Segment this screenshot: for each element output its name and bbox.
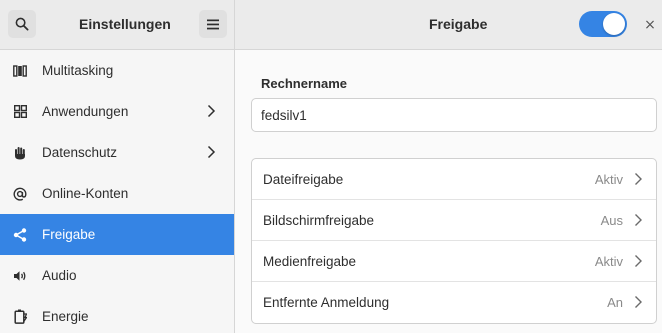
close-icon: × xyxy=(644,17,656,33)
header-bar: Einstellungen Freigabe × xyxy=(0,0,662,50)
sidebar-item-freigabe[interactable]: Freigabe xyxy=(0,214,234,255)
panel-title: Freigabe xyxy=(429,16,488,32)
app-title: Einstellungen xyxy=(79,16,171,32)
chevron-right-icon xyxy=(635,255,642,267)
sidebar-item-label: Anwendungen xyxy=(42,104,129,119)
sharing-panel: Rechnername fedsilv1 Dateifreigabe Aktiv… xyxy=(236,50,662,333)
row-medienfreigabe[interactable]: Medienfreigabe Aktiv xyxy=(252,241,656,282)
row-bildschirmfreigabe[interactable]: Bildschirmfreigabe Aus xyxy=(252,200,656,241)
chevron-right-icon xyxy=(207,104,216,118)
row-label: Dateifreigabe xyxy=(263,171,344,187)
panel-header: Freigabe × xyxy=(235,0,662,50)
sidebar-item-energie[interactable]: Energie xyxy=(0,296,234,333)
sidebar-item-label: Audio xyxy=(42,268,77,283)
sidebar-item-datenschutz[interactable]: Datenschutz xyxy=(0,132,234,173)
sidebar: Multitasking Anwendungen Datenschutz Onl… xyxy=(0,50,235,333)
share-icon xyxy=(12,227,28,243)
sidebar-item-online-konten[interactable]: Online-Konten xyxy=(0,173,234,214)
search-icon xyxy=(15,17,29,31)
sidebar-item-label: Energie xyxy=(42,309,89,324)
chevron-right-icon xyxy=(635,296,642,308)
toggle-knob xyxy=(603,13,625,35)
sidebar-item-label: Multitasking xyxy=(42,63,114,78)
sidebar-item-multitasking[interactable]: Multitasking xyxy=(0,50,234,91)
status-text: Aus xyxy=(600,213,623,228)
row-label: Medienfreigabe xyxy=(263,253,357,269)
status-text: Aktiv xyxy=(594,254,623,269)
sidebar-item-anwendungen[interactable]: Anwendungen xyxy=(0,91,234,132)
computer-name-label: Rechnername xyxy=(261,76,347,91)
search-button[interactable] xyxy=(8,10,36,38)
sharing-master-toggle[interactable] xyxy=(579,11,627,37)
status-text: Aktiv xyxy=(594,172,623,187)
status-text: An xyxy=(607,295,623,310)
settings-window: Einstellungen Freigabe × Multitasking An… xyxy=(0,0,662,333)
computer-name-input[interactable]: fedsilv1 xyxy=(251,98,657,132)
chevron-right-icon xyxy=(635,173,642,185)
speaker-icon xyxy=(12,268,28,284)
main-menu-button[interactable] xyxy=(199,10,227,38)
row-label: Entfernte Anmeldung xyxy=(263,295,390,310)
sidebar-item-label: Datenschutz xyxy=(42,145,118,160)
row-entfernte-anmeldung[interactable]: Entfernte Anmeldung An xyxy=(252,282,656,323)
row-label: Bildschirmfreigabe xyxy=(263,212,375,228)
sharing-services-list: Dateifreigabe Aktiv Bildschirmfreigabe A… xyxy=(251,158,657,324)
hamburger-menu-icon xyxy=(207,19,219,29)
chevron-right-icon xyxy=(207,145,216,159)
sidebar-item-label: Freigabe xyxy=(42,227,96,242)
row-dateifreigabe[interactable]: Dateifreigabe Aktiv xyxy=(252,159,656,200)
at-sign-icon xyxy=(12,186,28,202)
sidebar-header: Einstellungen xyxy=(0,0,235,50)
hand-icon xyxy=(12,145,28,161)
chevron-right-icon xyxy=(635,214,642,226)
sidebar-item-label: Online-Konten xyxy=(42,186,129,201)
apps-grid-icon xyxy=(12,104,28,120)
close-button[interactable]: × xyxy=(638,13,662,37)
computer-name-value: fedsilv1 xyxy=(261,107,307,123)
sidebar-item-audio[interactable]: Audio xyxy=(0,255,234,296)
multitasking-icon xyxy=(12,63,28,79)
battery-icon xyxy=(12,309,28,325)
